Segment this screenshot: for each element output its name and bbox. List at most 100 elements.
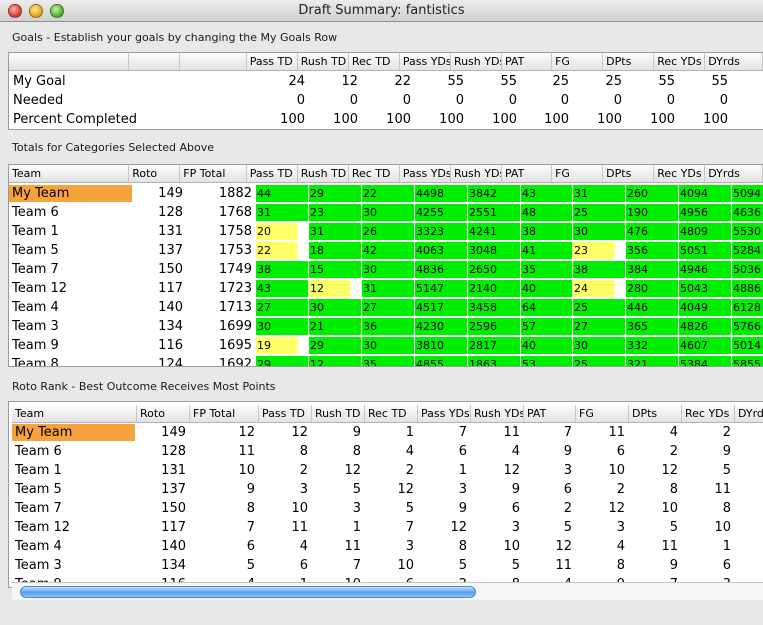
roto-header-rec-td[interactable]: Rec TD (365, 405, 418, 422)
window-titlebar: Draft Summary: fantistics (0, 0, 763, 22)
goals-header-rush-td[interactable]: Rush TD (298, 53, 349, 70)
team-name-cell[interactable]: Team 8 (9, 356, 132, 366)
totals-row[interactable]: Team 3 134 1699 30 21 36 4230 2596 57 27 365 4826 57… (9, 317, 763, 336)
rank-value-cell: 12 (661, 463, 678, 478)
fp-rank-cell: 9 (246, 482, 255, 497)
totals-header-pat[interactable]: PAT (502, 165, 553, 182)
totals-row[interactable]: Team 9 116 1695 19 29 30 3810 2817 40 30 332 4607 50… (9, 336, 763, 355)
goals-header-fg[interactable]: FG (552, 53, 604, 70)
roto-header-roto[interactable]: Roto (137, 405, 190, 422)
team-name-cell[interactable]: Team 9 (9, 337, 132, 354)
goals-header-pass-td[interactable]: Pass TD (247, 53, 298, 70)
totals-row[interactable]: Team 6 128 1768 31 23 30 4255 2551 48 25 190 4956 46… (9, 203, 763, 222)
goal-cell[interactable]: 55 (415, 72, 468, 91)
rank-value-cell: 11 (555, 558, 572, 573)
roto-row[interactable]: Team 3 134 5 6 7 10 5 5 11 8 9 6 (12, 556, 763, 575)
roto-row[interactable]: Team 6 128 11 8 8 4 6 4 9 6 2 9 (12, 442, 763, 461)
roto-header-fp-total[interactable]: FP Total (190, 405, 259, 422)
goal-cell: 0 (508, 93, 517, 108)
goal-cell[interactable]: 24 (256, 72, 309, 91)
goal-cell[interactable]: 55 (468, 72, 521, 91)
team-name-cell[interactable]: Team 5 (9, 242, 132, 259)
roto-row[interactable]: My Team 149 12 12 9 1 7 11 7 11 4 2 (12, 423, 763, 442)
totals-row[interactable]: Team 7 150 1749 38 15 30 4836 2650 35 38 384 4946 50… (9, 260, 763, 279)
totals-row[interactable]: Team 4 140 1713 27 30 27 4517 3458 64 25 446 4049 61… (9, 298, 763, 317)
goals-header-rush-yds[interactable]: Rush YDs (451, 53, 502, 70)
roto-header-pass-td[interactable]: Pass TD (259, 405, 312, 422)
totals-row[interactable]: Team 5 137 1753 22 18 42 4063 3048 41 23 356 5051 52… (9, 241, 763, 260)
total-value-cell: 30 (256, 318, 308, 335)
goals-row-my-goal[interactable]: My Goal 24 12 22 55 55 25 25 55 55 (9, 72, 763, 91)
roto-cell: 131 (158, 224, 183, 239)
roto-header-dpts[interactable]: DPts (629, 405, 682, 422)
team-name-cell[interactable]: Team 4 (9, 299, 132, 316)
goal-cell[interactable]: 12 (309, 72, 362, 91)
goal-cell[interactable]: 22 (362, 72, 415, 91)
fp-total-cell: 1758 (218, 224, 252, 239)
totals-row[interactable]: My Team 149 1882 44 29 22 4498 3842 43 31 260 4094 5… (9, 184, 763, 203)
team-name-cell[interactable]: Team 6 (12, 443, 135, 460)
team-name-cell[interactable]: Team 1 (12, 462, 135, 479)
roto-header-pat[interactable]: PAT (524, 405, 576, 422)
total-value-cell: 40 (521, 280, 572, 297)
goal-cell[interactable]: 25 (573, 72, 626, 91)
totals-header-rec-yds[interactable]: Rec YDs (654, 165, 706, 182)
roto-header-rec-yds[interactable]: Rec YDs (682, 405, 735, 422)
goals-row-percent-completed[interactable]: Percent Completed 100 100 100 100 100 100 100 10… (9, 110, 763, 129)
totals-header-rush-yds[interactable]: Rush YDs (451, 165, 502, 182)
goal-cell[interactable]: 25 (521, 72, 573, 91)
roto-header-dyrds[interactable]: DYrds (735, 405, 763, 422)
totals-header-pass-yds[interactable]: Pass YDs (400, 165, 451, 182)
totals-header-rush-td[interactable]: Rush TD (298, 165, 349, 182)
roto-header-pass-yds[interactable]: Pass YDs (418, 405, 471, 422)
team-name-cell[interactable]: Team 7 (12, 500, 135, 517)
totals-header-team[interactable]: Team (9, 165, 130, 182)
roto-header-rush-td[interactable]: Rush TD (312, 405, 365, 422)
team-name-cell[interactable]: Team 7 (9, 261, 132, 278)
goals-header-pat[interactable]: PAT (502, 53, 553, 70)
roto-row[interactable]: Team 4 140 6 4 11 3 8 10 12 4 11 1 (12, 537, 763, 556)
total-value-cell: 5147 (415, 280, 467, 297)
fp-rank-cell: 11 (238, 444, 255, 459)
team-name-cell[interactable]: My Team (9, 185, 132, 202)
roto-row[interactable]: Team 5 137 9 3 5 12 3 9 6 2 8 11 (12, 480, 763, 499)
totals-header-dyrds[interactable]: DYrds (705, 165, 763, 182)
totals-header-fg[interactable]: FG (552, 165, 604, 182)
roto-row[interactable]: Team 7 150 8 10 3 5 9 6 2 12 10 8 (12, 499, 763, 518)
totals-header-pass-td[interactable]: Pass TD (247, 165, 298, 182)
totals-header-rec-td[interactable]: Rec TD (349, 165, 400, 182)
roto-header-fg[interactable]: FG (576, 405, 629, 422)
scrollbar-thumb[interactable] (20, 586, 476, 598)
team-name-cell[interactable]: Team 1 (9, 223, 132, 240)
totals-header-dpts[interactable]: DPts (603, 165, 655, 182)
goals-header-rec-yds[interactable]: Rec YDs (654, 53, 706, 70)
roto-header-team[interactable]: Team (12, 405, 137, 422)
roto-row[interactable]: Team 1 131 10 2 12 2 1 12 3 10 12 5 (12, 461, 763, 480)
goal-cell: 0 (613, 93, 622, 108)
team-name-cell[interactable]: Team 5 (12, 481, 135, 498)
goals-header-pass-yds[interactable]: Pass YDs (400, 53, 451, 70)
team-name-cell[interactable]: Team 4 (12, 538, 135, 555)
goal-cell[interactable]: 55 (679, 72, 732, 91)
team-name-cell[interactable]: Team 3 (9, 318, 132, 335)
goal-cell[interactable]: 55 (626, 72, 679, 91)
goals-row-label: Needed (13, 93, 64, 108)
totals-header-roto[interactable]: Roto (129, 165, 181, 182)
totals-header-fp-total[interactable]: FP Total (180, 165, 247, 182)
team-name-cell[interactable]: Team 12 (12, 519, 135, 536)
goal-cell[interactable] (732, 72, 763, 91)
totals-row[interactable]: Team 1 131 1758 20 31 26 3323 4241 38 30 476 4809 55… (9, 222, 763, 241)
roto-header-rush-yds[interactable]: Rush YDs (471, 405, 524, 422)
totals-row[interactable]: Team 12 117 1723 43 12 31 5147 2140 40 24 280 5043 4… (9, 279, 763, 298)
roto-row[interactable]: Team 12 117 7 11 1 7 12 3 5 3 5 10 (12, 518, 763, 537)
team-name-cell[interactable]: My Team (12, 424, 135, 441)
team-name-cell[interactable]: Team 12 (9, 280, 132, 297)
goals-header-dyrds[interactable]: DYrds (705, 53, 763, 70)
goals-header-rec-td[interactable]: Rec TD (349, 53, 400, 70)
horizontal-scrollbar[interactable] (12, 582, 763, 600)
team-name-cell[interactable]: Team 6 (9, 204, 132, 221)
team-name-cell[interactable]: Team 3 (12, 557, 135, 574)
goals-header-dpts[interactable]: DPts (603, 53, 655, 70)
totals-row[interactable]: Team 8 124 1692 29 12 35 4855 1863 53 25 321 5384 58… (9, 355, 763, 366)
goals-row-needed[interactable]: Needed 0 0 0 0 0 0 0 0 0 (9, 91, 763, 110)
